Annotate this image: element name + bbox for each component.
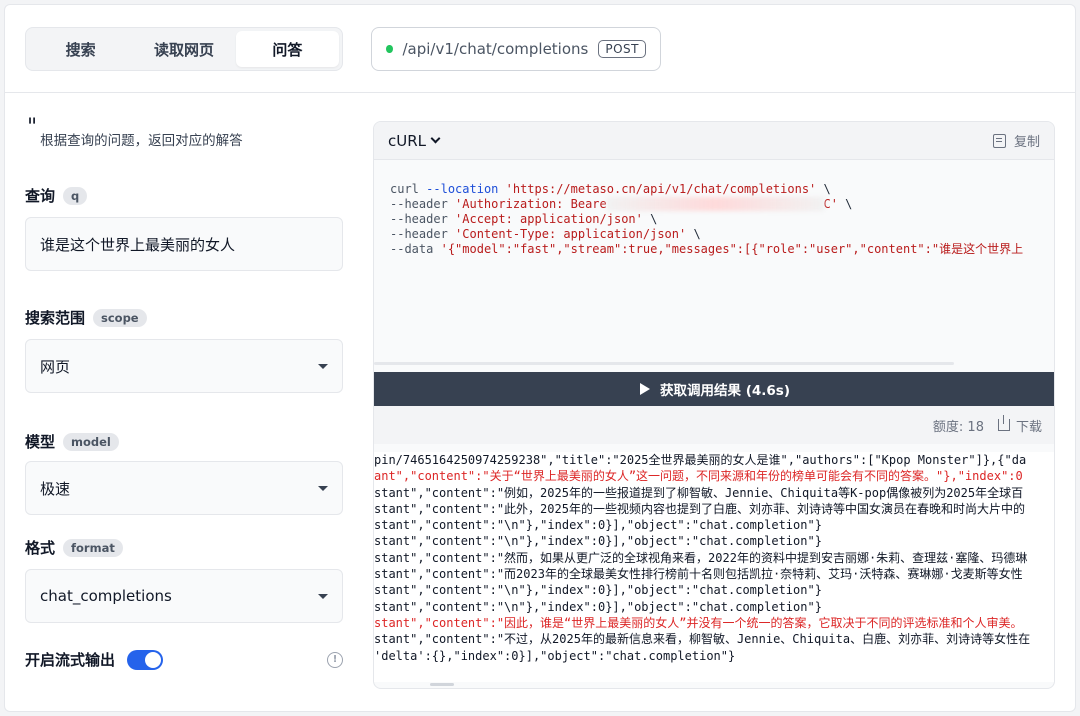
chevron-down-icon [430, 133, 441, 144]
scope-label-text: 搜索范围 [25, 309, 86, 327]
top-bar: 搜索 读取网页 问答 /api/v1/chat/completions POST [5, 5, 1075, 93]
result-line: stant","content":"\n"},"index":0}],"obje… [374, 534, 822, 549]
model-key-pill: model [63, 432, 119, 451]
format-value: chat_completions [40, 587, 172, 605]
result-line: stant","content":"\n"},"index":0}],"obje… [374, 599, 822, 614]
code-token: --location [426, 182, 499, 196]
code-scrollbar[interactable] [374, 362, 954, 365]
model-label-text: 模型 [25, 433, 56, 451]
result-line: stant","content":"因此，谁是“世界上最美丽的女人”并没有一个统… [374, 615, 1023, 630]
result-output: pin/7465164250974259238","title":"2025全世… [374, 452, 1054, 682]
endpoint-badge: /api/v1/chat/completions POST [371, 27, 661, 71]
api-tabs: 搜索 读取网页 问答 [25, 27, 343, 71]
api-description: " 根据查询的问题，返回对应的解答 [27, 115, 243, 150]
model-select[interactable]: 极速 [25, 461, 343, 515]
scope-label: 搜索范围 scope [25, 307, 147, 328]
format-label: 格式 format [25, 537, 123, 558]
format-key-pill: format [63, 538, 123, 557]
code-token: --header [390, 227, 448, 241]
code-token: 'Authorization: Beare [455, 197, 607, 211]
stream-toggle-row: 开启流式输出 ! [25, 649, 343, 670]
language-select[interactable]: cURL [388, 131, 441, 150]
format-label-text: 格式 [25, 539, 56, 557]
tab-read-webpage[interactable]: 读取网页 [132, 31, 235, 67]
tab-search[interactable]: 搜索 [29, 31, 132, 67]
code-token: C' [823, 197, 838, 211]
query-input[interactable]: 谁是这个世界上最美丽的女人 [25, 217, 343, 271]
result-meta: 额度: 18 下载 [374, 406, 1054, 444]
query-value: 谁是这个世界上最美丽的女人 [40, 235, 236, 254]
status-dot-icon [386, 45, 393, 53]
description-text: 根据查询的问题，返回对应的解答 [40, 133, 243, 149]
result-line: stant","content":"例如，2025年的一些报道提到了柳智敏、Je… [374, 485, 1024, 500]
chevron-down-icon [318, 594, 328, 599]
code-block: curl --location 'https://metaso.cn/api/v… [374, 172, 1054, 368]
chevron-down-icon [318, 364, 328, 369]
query-label-text: 查询 [25, 187, 56, 205]
scope-value: 网页 [40, 357, 71, 376]
code-token: 'Content-Type: application/json' [455, 227, 687, 241]
language-label: cURL [388, 131, 427, 150]
run-button[interactable]: 获取调用结果 (4.6s) [374, 372, 1054, 406]
stream-toggle[interactable] [127, 649, 164, 670]
tab-qa[interactable]: 问答 [235, 31, 339, 67]
query-label: 查询 q [25, 185, 88, 206]
params-panel: " 根据查询的问题，返回对应的解答 查询 q 谁是这个世界上最美丽的女人 搜索范… [25, 93, 345, 711]
code-token: \ [816, 182, 831, 196]
code-token: \ [642, 212, 658, 226]
result-line: stant","content":"\n"},"index":0}],"obje… [374, 518, 822, 533]
code-panel: cURL 复制 curl --location 'https://metaso.… [373, 121, 1055, 689]
run-label: 获取调用结果 (4.6s) [660, 383, 790, 399]
copy-button[interactable]: 复制 [992, 131, 1040, 150]
result-line: stant","content":"而2023年的全球最美女性排行榜前十名则包括… [374, 567, 1023, 582]
code-token: 'Accept: application/json' [455, 212, 643, 226]
code-token: \ [837, 197, 853, 211]
quote-icon: " [27, 115, 38, 140]
result-line: ant","content":"关于“世界上最美丽的女人”这一问题，不同来源和年… [374, 469, 1023, 484]
endpoint-path: /api/v1/chat/completions [402, 40, 589, 58]
result-line: stant","content":"\n"},"index":0}],"obje… [374, 583, 822, 598]
code-token: --header [390, 197, 448, 211]
code-header: cURL 复制 [374, 122, 1054, 160]
code-token: curl [390, 182, 419, 196]
app-frame: 搜索 读取网页 问答 /api/v1/chat/completions POST… [4, 4, 1076, 712]
redacted-token: xxxxxxxxxxxxxxxxxxxxxxxxxxxxxx [606, 197, 824, 211]
download-icon [997, 415, 1010, 431]
model-value: 极速 [40, 479, 71, 498]
result-scrollbar[interactable] [430, 683, 454, 686]
code-token: --header [390, 212, 448, 226]
copy-label: 复制 [1013, 135, 1040, 150]
scope-select[interactable]: 网页 [25, 339, 343, 393]
stream-label: 开启流式输出 [25, 651, 116, 669]
info-icon[interactable]: ! [327, 651, 343, 668]
code-token: \ [686, 227, 701, 241]
copy-icon [992, 133, 1006, 148]
method-badge: POST [598, 40, 646, 58]
result-line: 'delta':{},"index":0}],"object":"chat.co… [374, 648, 736, 663]
result-line: stant","content":"然而，如果从更广泛的全球视角来看，2022年… [374, 550, 1028, 565]
result-line: stant","content":"此外，2025年的一些视频内容也提到了白鹿、… [374, 501, 1025, 516]
result-line: stant","content":"不过，从2025年的最新信息来看，柳智敏、J… [374, 632, 1031, 647]
scope-key-pill: scope [93, 308, 147, 327]
code-token: 'https://metaso.cn/api/v1/chat/completio… [505, 182, 817, 196]
result-line: pin/7465164250974259238","title":"2025全世… [374, 453, 1027, 467]
code-token: '{"model":"fast","stream":true,"messages… [440, 242, 1024, 256]
download-button[interactable]: 下载 [997, 415, 1042, 435]
code-token: --data [390, 242, 434, 256]
query-key-pill: q [63, 186, 88, 205]
download-label: 下载 [1015, 419, 1042, 435]
play-icon [640, 383, 650, 395]
model-label: 模型 model [25, 431, 119, 452]
chevron-down-icon [318, 486, 328, 491]
format-select[interactable]: chat_completions [25, 569, 343, 623]
quota-text: 额度: 18 [932, 419, 984, 435]
